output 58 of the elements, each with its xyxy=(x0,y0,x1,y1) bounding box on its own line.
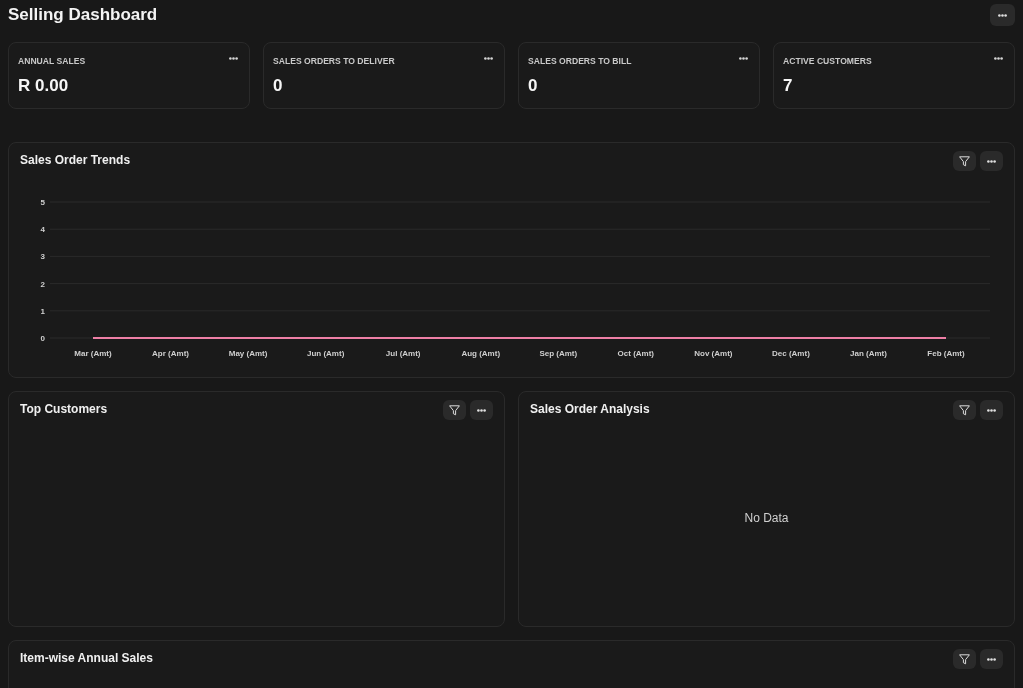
chart-title: Top Customers xyxy=(20,401,108,416)
filter-icon xyxy=(959,653,970,665)
axis-label: 1 xyxy=(40,306,45,316)
ellipsis-icon xyxy=(739,56,748,60)
card-value: 7 xyxy=(783,76,793,96)
axis-label: Oct (Amt) xyxy=(617,349,655,358)
filter-button[interactable] xyxy=(953,400,976,420)
card-label: ANNUAL SALES xyxy=(18,55,86,67)
ellipsis-icon xyxy=(987,408,996,412)
axis-label: Mar (Amt) xyxy=(74,349,112,358)
axis-label: Sep (Amt) xyxy=(539,349,578,358)
more-button[interactable] xyxy=(484,54,493,62)
filter-button[interactable] xyxy=(953,649,976,669)
more-button[interactable] xyxy=(990,4,1015,26)
axis-label: Feb (Amt) xyxy=(927,349,965,358)
ellipsis-icon xyxy=(987,159,996,163)
card-value: 0 xyxy=(273,76,283,96)
axis-label: Jun (Amt) xyxy=(306,349,345,358)
axis-label: Aug (Amt) xyxy=(461,349,501,358)
more-button[interactable] xyxy=(994,54,1003,62)
ellipsis-icon xyxy=(229,56,238,60)
empty-message: No Data xyxy=(744,511,789,525)
axis-label: May (Amt) xyxy=(228,349,268,358)
axis-label: 0 xyxy=(40,334,45,343)
card-value: R 0.00 xyxy=(18,76,69,96)
more-button[interactable] xyxy=(980,151,1003,171)
filter-icon xyxy=(959,155,970,167)
card-label: SALES ORDERS TO DELIVER xyxy=(273,55,395,67)
card-value: 0 xyxy=(528,76,538,96)
axis-label: Nov (Amt) xyxy=(694,349,733,358)
card-label: ACTIVE CUSTOMERS xyxy=(783,55,872,67)
axis-label: 4 xyxy=(40,225,45,235)
ellipsis-icon xyxy=(998,13,1007,17)
ellipsis-icon xyxy=(477,408,486,412)
more-button[interactable] xyxy=(470,400,493,420)
filter-button[interactable] xyxy=(953,151,976,171)
axis-label: 2 xyxy=(40,279,45,289)
axis-label: Dec (Amt) xyxy=(772,349,810,358)
ellipsis-icon xyxy=(484,56,493,60)
filter-icon xyxy=(959,404,970,416)
more-button[interactable] xyxy=(980,649,1003,669)
card-label: SALES ORDERS TO BILL xyxy=(528,55,632,67)
axis-label: 3 xyxy=(40,252,45,262)
more-button[interactable] xyxy=(739,54,748,62)
ellipsis-icon xyxy=(987,657,996,661)
filter-button[interactable] xyxy=(443,400,466,420)
chart-title: Item-wise Annual Sales xyxy=(20,650,153,665)
chart-title: Sales Order Analysis xyxy=(530,401,650,416)
more-button[interactable] xyxy=(980,400,1003,420)
axis-label: Jan (Amt) xyxy=(850,349,887,358)
chart-title: Sales Order Trends xyxy=(20,152,131,167)
more-button[interactable] xyxy=(229,54,238,62)
page-title: Selling Dashboard xyxy=(8,4,158,26)
ellipsis-icon xyxy=(994,56,1003,60)
filter-icon xyxy=(449,404,460,416)
axis-label: Jul (Amt) xyxy=(385,349,421,358)
axis-label: 5 xyxy=(40,198,45,207)
axis-label: Apr (Amt) xyxy=(152,349,189,358)
